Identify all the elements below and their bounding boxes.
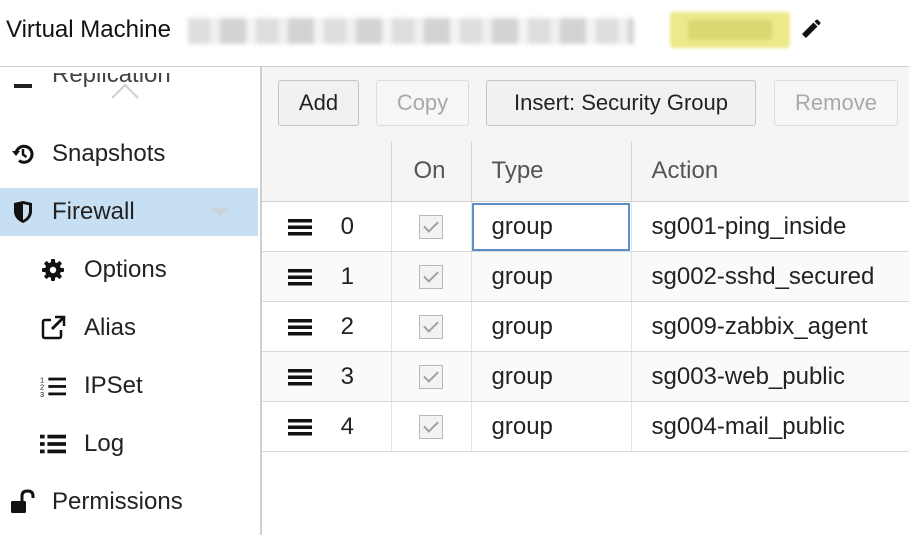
drag-handle-icon[interactable]: [288, 218, 312, 236]
position-cell[interactable]: 4: [262, 401, 392, 452]
gear-icon: [40, 257, 66, 283]
sidebar-item-alias[interactable]: Alias: [0, 304, 258, 352]
enabled-checkbox[interactable]: [419, 265, 443, 290]
external-link-icon: [40, 315, 66, 341]
unlock-icon: [10, 489, 36, 515]
column-header-on[interactable]: On: [391, 141, 472, 202]
sidebar-item-snapshots[interactable]: Snapshots: [0, 130, 258, 178]
on-cell[interactable]: [391, 351, 472, 402]
table-row[interactable]: 3 group sg003-web_public: [262, 351, 909, 402]
chevron-down-icon[interactable]: [210, 208, 230, 217]
firewall-rules-table: On Type Action 0 group sg001-ping_inside…: [262, 141, 909, 452]
type-cell[interactable]: group: [471, 401, 632, 452]
enabled-checkbox[interactable]: [419, 215, 443, 240]
drag-handle-icon[interactable]: [288, 368, 312, 386]
shield-icon: [10, 199, 36, 225]
table-row[interactable]: 4 group sg004-mail_public: [262, 401, 909, 452]
sidebar-item-ipset[interactable]: 1 2 3 IPSet: [0, 362, 258, 410]
type-cell[interactable]: group: [471, 201, 632, 252]
rule-position: 0: [340, 212, 355, 240]
table-header-row: On Type Action: [262, 141, 909, 202]
enabled-checkbox[interactable]: [419, 415, 443, 440]
drag-handle-icon[interactable]: [288, 318, 312, 336]
sidebar-item-options[interactable]: Options: [0, 246, 258, 294]
sidebar-item-permissions[interactable]: Permissions: [0, 478, 258, 526]
list-icon: [40, 431, 66, 457]
sidebar-item-label: IPSet: [84, 372, 143, 399]
position-cell[interactable]: 0: [262, 201, 392, 252]
redacted-vm-name: [188, 18, 634, 44]
enabled-checkbox[interactable]: [419, 315, 443, 340]
sidebar: Replication Snapshots Firewall Options A…: [0, 67, 262, 535]
pencil-icon[interactable]: [798, 18, 822, 42]
sidebar-item-label: Permissions: [52, 488, 183, 515]
rule-position: 1: [340, 262, 355, 290]
type-cell[interactable]: group: [471, 351, 632, 402]
page-title: Virtual Machine: [6, 16, 171, 43]
column-header-type[interactable]: Type: [471, 141, 632, 202]
type-cell[interactable]: group: [471, 301, 632, 352]
column-header-action[interactable]: Action: [631, 141, 909, 202]
add-button[interactable]: Add: [278, 80, 359, 126]
insert-security-group-button[interactable]: Insert: Security Group: [486, 80, 756, 126]
table-row[interactable]: 2 group sg009-zabbix_agent: [262, 301, 909, 352]
sidebar-item-label: Alias: [84, 314, 137, 341]
svg-text:3: 3: [40, 390, 44, 398]
action-cell[interactable]: sg004-mail_public: [631, 401, 909, 452]
rule-position: 2: [340, 312, 355, 340]
drag-handle-icon[interactable]: [288, 418, 312, 436]
sidebar-item-label: Options: [84, 256, 167, 283]
position-cell[interactable]: 1: [262, 251, 392, 302]
rule-position: 4: [340, 412, 355, 440]
history-icon: [10, 141, 36, 167]
on-cell[interactable]: [391, 301, 472, 352]
copy-button[interactable]: Copy: [376, 80, 469, 126]
scroll-up-icon[interactable]: [110, 83, 140, 99]
sidebar-item-label: Log: [84, 430, 125, 457]
action-cell[interactable]: sg001-ping_inside: [631, 201, 909, 252]
on-cell[interactable]: [391, 251, 472, 302]
action-cell[interactable]: sg003-web_public: [631, 351, 909, 402]
drag-handle-icon[interactable]: [288, 268, 312, 286]
replication-icon: [10, 73, 36, 93]
action-cell[interactable]: sg002-sshd_secured: [631, 251, 909, 302]
enabled-checkbox[interactable]: [419, 365, 443, 390]
on-cell[interactable]: [391, 201, 472, 252]
position-cell[interactable]: 2: [262, 301, 392, 352]
sidebar-item-label: Firewall: [52, 198, 135, 225]
toolbar: Add Copy Insert: Security Group Remove: [262, 67, 909, 142]
sidebar-item-label: Snapshots: [52, 140, 166, 167]
sidebar-item-firewall[interactable]: Firewall: [0, 188, 258, 236]
sidebar-item-log[interactable]: Log: [0, 420, 258, 468]
table-row[interactable]: 0 group sg001-ping_inside: [262, 201, 909, 252]
ordered-list-icon: 1 2 3: [40, 373, 66, 399]
column-header-position[interactable]: [262, 141, 392, 202]
firewall-panel: Add Copy Insert: Security Group Remove O…: [262, 67, 909, 535]
action-cell[interactable]: sg009-zabbix_agent: [631, 301, 909, 352]
on-cell[interactable]: [391, 401, 472, 452]
type-cell[interactable]: group: [471, 251, 632, 302]
table-row[interactable]: 1 group sg002-sshd_secured: [262, 251, 909, 302]
top-header: Virtual Machine: [0, 0, 909, 67]
redacted-tag: [670, 12, 790, 48]
remove-button[interactable]: Remove: [774, 80, 898, 126]
rule-position: 3: [340, 362, 355, 390]
position-cell[interactable]: 3: [262, 351, 392, 402]
